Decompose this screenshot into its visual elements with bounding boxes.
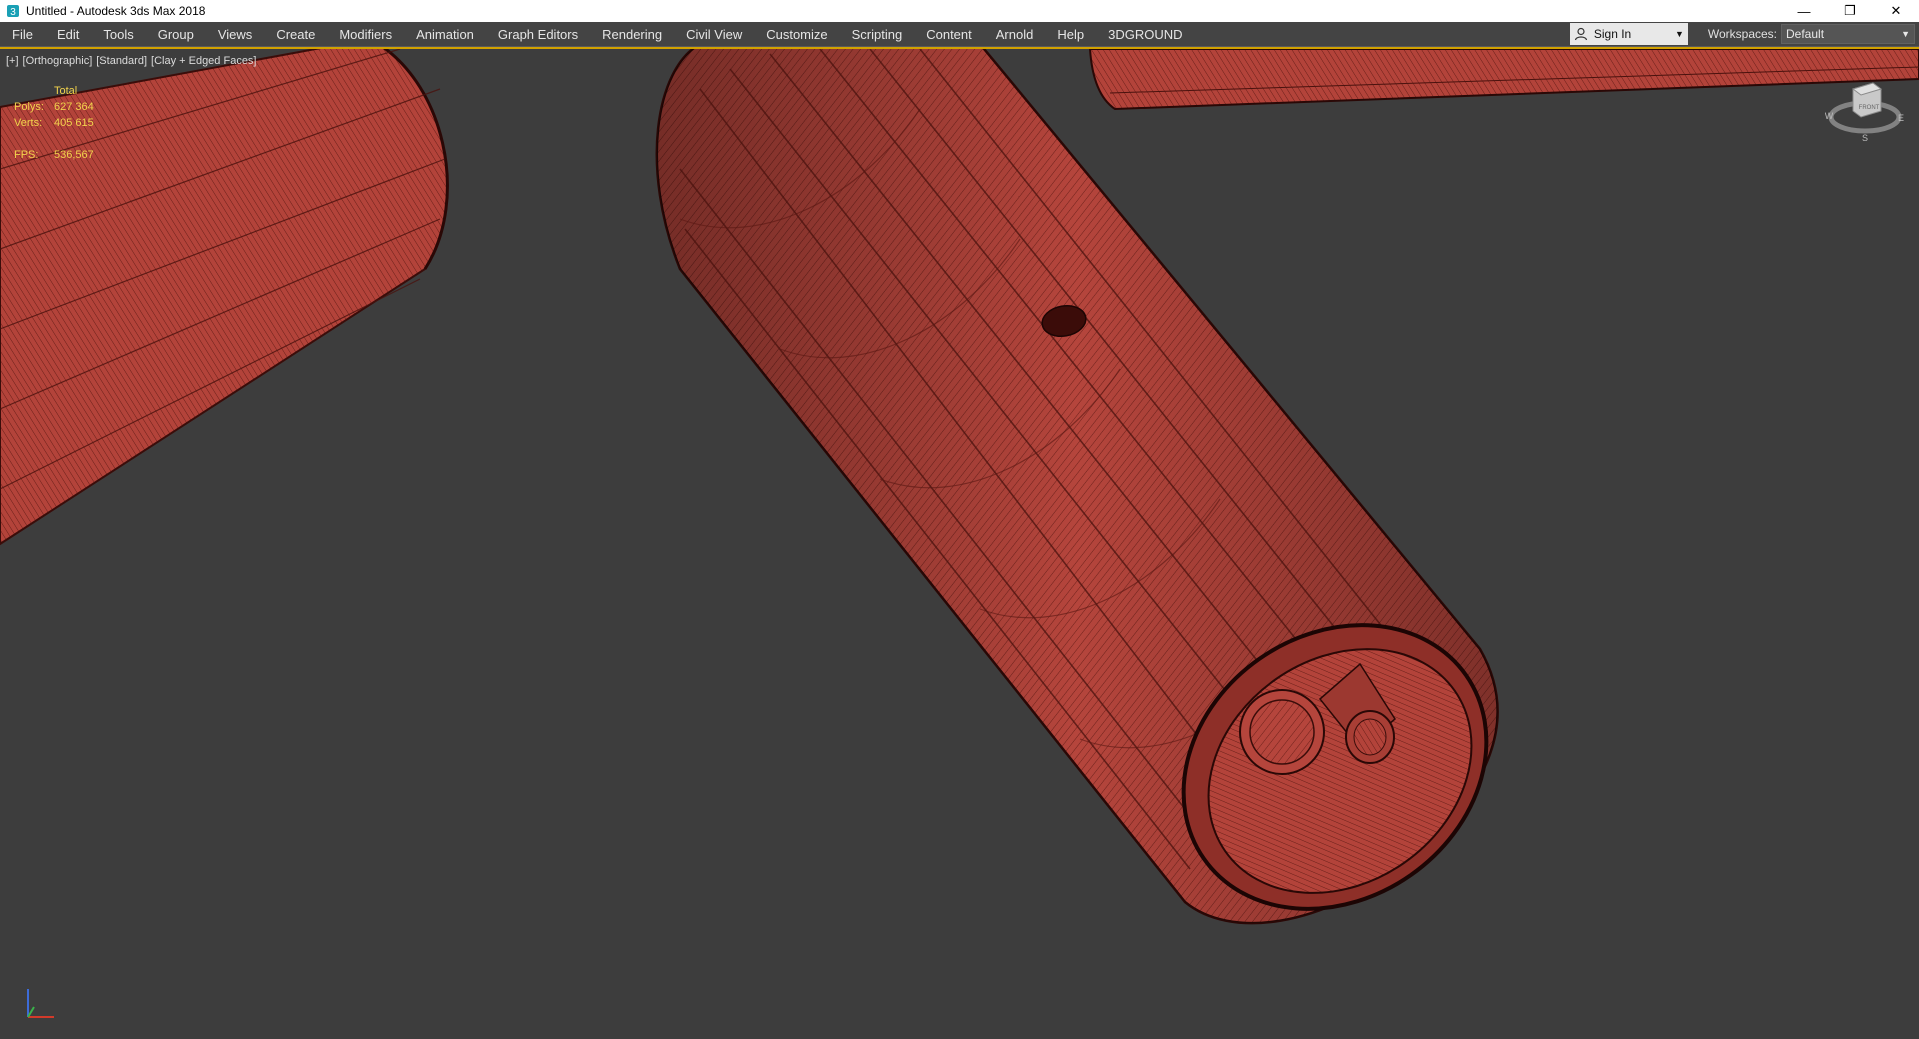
title-bar: 3 Untitled - Autodesk 3ds Max 2018 — ❐ ✕	[0, 0, 1919, 22]
workspace-value: Default	[1786, 27, 1825, 41]
axis-tripod-icon	[27, 989, 54, 1018]
viewport-shading-standard-menu[interactable]: [Standard]	[96, 55, 147, 67]
compass-south: S	[1862, 133, 1868, 143]
menu-rendering[interactable]: Rendering	[590, 22, 674, 46]
window-title: Untitled - Autodesk 3ds Max 2018	[26, 4, 206, 18]
menu-3dground[interactable]: 3DGROUND	[1096, 22, 1194, 46]
menu-scripting[interactable]: Scripting	[840, 22, 915, 46]
viewport-point-of-view-menu[interactable]: [Orthographic]	[23, 55, 93, 67]
minimize-button[interactable]: —	[1781, 0, 1827, 22]
restore-button[interactable]: ❐	[1827, 0, 1873, 22]
compass-east: E	[1898, 113, 1904, 123]
menu-graph-editors[interactable]: Graph Editors	[486, 22, 590, 46]
viewport-general-menu[interactable]: [+]	[6, 55, 19, 67]
menu-civil-view[interactable]: Civil View	[674, 22, 754, 46]
viewport-display-mode-menu[interactable]: [Clay + Edged Faces]	[151, 55, 256, 67]
menu-right-group: Sign In ▼ Workspaces: Default ▼	[1569, 22, 1919, 46]
verts-value: 405 615	[54, 117, 94, 129]
menu-animation[interactable]: Animation	[404, 22, 486, 46]
menu-bar: File Edit Tools Group Views Create Modif…	[0, 22, 1919, 47]
menu-group[interactable]: Group	[146, 22, 206, 46]
close-button[interactable]: ✕	[1873, 0, 1919, 22]
viewcube-face-label: FRONT	[1859, 105, 1880, 111]
verts-label: Verts:	[14, 117, 43, 129]
workspace-select[interactable]: Default ▼	[1781, 24, 1915, 44]
menu-create[interactable]: Create	[264, 22, 327, 46]
sign-in-label: Sign In	[1593, 27, 1632, 41]
compass-west: W	[1825, 111, 1834, 121]
viewport-scene[interactable]	[0, 49, 1919, 1039]
chevron-down-icon: ▼	[1901, 29, 1910, 39]
svg-text:3: 3	[10, 7, 16, 18]
3dsmax-app-icon: 3	[7, 5, 19, 18]
viewcube-icon[interactable]: FRONT S E W	[1825, 75, 1905, 145]
menu-views[interactable]: Views	[206, 22, 264, 46]
main-cylinder-mesh[interactable]	[655, 49, 1542, 967]
menu-arnold[interactable]: Arnold	[984, 22, 1046, 46]
stats-header: Total	[54, 85, 78, 97]
menu-help[interactable]: Help	[1045, 22, 1096, 46]
scene-statistics: Total Polys: 627 364 Verts: 405 615 FPS: 53…	[14, 83, 134, 163]
chevron-down-icon: ▼	[1674, 29, 1684, 39]
menu-content[interactable]: Content	[914, 22, 984, 46]
menu-modifiers[interactable]: Modifiers	[327, 22, 404, 46]
workspaces-label: Workspaces:	[1707, 27, 1777, 41]
polys-label: Polys:	[14, 101, 44, 113]
user-icon	[1574, 27, 1587, 41]
sign-in-dropdown[interactable]: Sign In ▼	[1569, 23, 1688, 45]
menu-edit[interactable]: Edit	[45, 22, 91, 46]
fps-label: FPS:	[14, 149, 39, 161]
menu-customize[interactable]: Customize	[754, 22, 839, 46]
viewport-label-menu: [+] [Orthographic] [Standard] [Clay + Ed…	[6, 55, 257, 67]
polys-value: 627 364	[54, 101, 94, 113]
menu-tools[interactable]: Tools	[91, 22, 145, 46]
menu-file[interactable]: File	[0, 22, 45, 46]
fps-value: 536,567	[54, 149, 94, 161]
top-cylinder-mesh[interactable]	[1088, 49, 1919, 111]
perspective-viewport[interactable]: [+] [Orthographic] [Standard] [Clay + Ed…	[0, 47, 1919, 1039]
